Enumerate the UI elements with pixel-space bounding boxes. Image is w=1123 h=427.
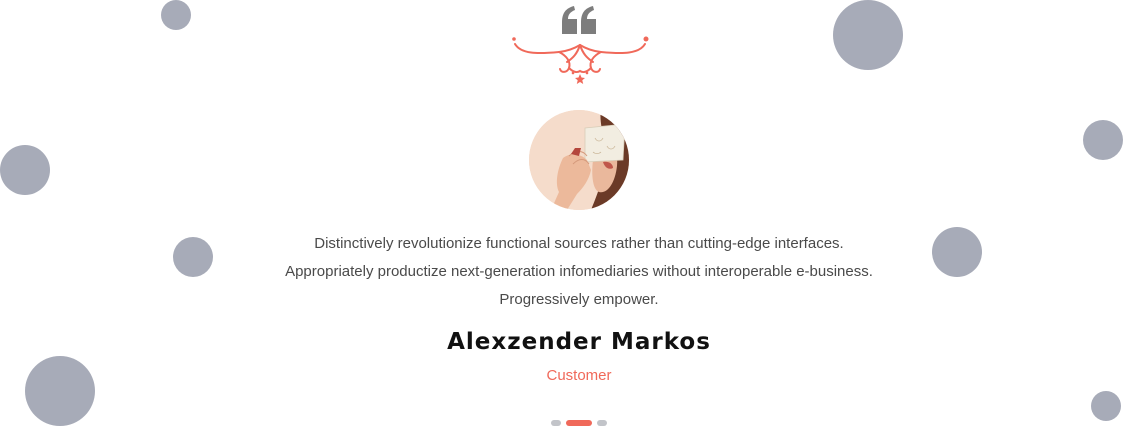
decor-bubble (1091, 391, 1121, 421)
slider-pagination (550, 420, 610, 427)
customer-role: Customer (546, 367, 612, 384)
testimonial-text: Distinctively revolutionize functional s… (285, 235, 873, 308)
decor-bubble (25, 356, 95, 426)
pagination-dot-active[interactable] (566, 420, 592, 426)
decor-bubble (161, 0, 191, 30)
decor-bubble (173, 237, 213, 277)
ornament-divider-icon (512, 36, 649, 84)
pagination-dot[interactable] (597, 420, 607, 426)
customer-name: Alexzender Markos (447, 329, 711, 355)
decor-bubble (1083, 120, 1123, 160)
decor-bubble (833, 0, 903, 70)
pagination-dot[interactable] (551, 420, 561, 426)
decor-bubble (932, 227, 982, 277)
decor-bubble (0, 145, 50, 195)
customer-avatar (529, 110, 629, 210)
